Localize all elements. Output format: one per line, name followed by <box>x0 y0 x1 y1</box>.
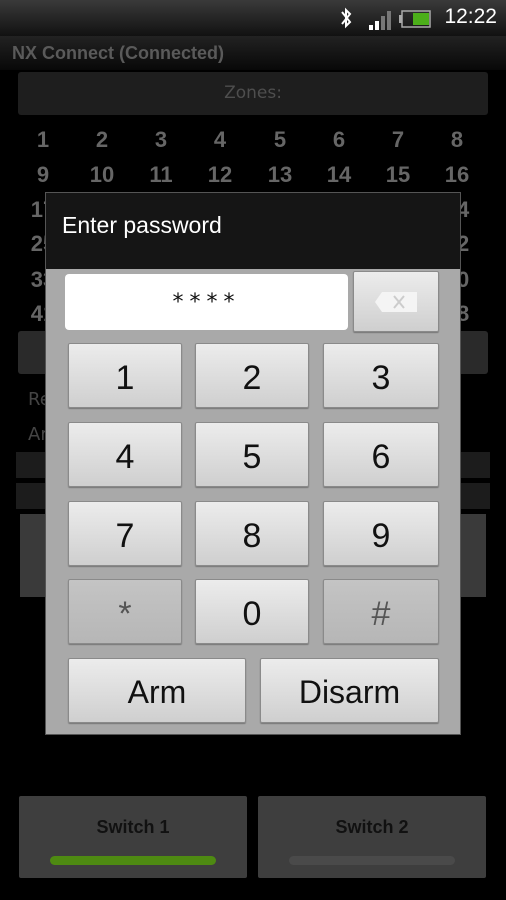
zone-14: 14 <box>326 162 352 187</box>
zone-8: 8 <box>450 127 464 152</box>
key-9-button[interactable]: 9 <box>323 501 439 566</box>
password-dialog: Enter password **** 1 2 3 4 5 6 7 8 9 * 0 # Arm Dis… <box>45 192 461 735</box>
zone-11: 11 <box>149 162 173 187</box>
status-bar: 12:22 <box>0 0 506 36</box>
signal-icon <box>369 11 391 30</box>
backspace-button[interactable] <box>353 271 439 332</box>
key-8-button[interactable]: 8 <box>195 501 309 566</box>
key-4-button[interactable]: 4 <box>68 422 182 487</box>
switch-2-label: Switch 2 <box>335 817 409 837</box>
key-hash-button[interactable]: # <box>323 579 439 644</box>
disarm-button[interactable]: Disarm <box>260 658 439 723</box>
zone-13: 13 <box>267 162 293 187</box>
dialog-title: Enter password <box>46 193 460 269</box>
app-title: NX Connect (Connected) <box>0 36 506 70</box>
switch-1-indicator <box>50 856 216 865</box>
zone-2: 2 <box>95 127 109 152</box>
key-2-button[interactable]: 2 <box>195 343 309 408</box>
zone-16: 16 <box>444 162 470 187</box>
zone-10: 10 <box>89 162 115 187</box>
zone-9: 9 <box>36 162 50 187</box>
clock: 12:22 <box>444 5 497 28</box>
zones-header: Zones: <box>18 72 488 115</box>
password-field[interactable]: **** <box>65 274 348 330</box>
switch-1-label: Switch 1 <box>96 817 170 837</box>
key-0-button[interactable]: 0 <box>195 579 309 644</box>
switch-1-button[interactable]: Switch 1 <box>19 796 247 878</box>
zone-7: 7 <box>391 127 405 152</box>
zone-5: 5 <box>273 127 287 152</box>
zone-4: 4 <box>213 127 227 152</box>
switch-2-indicator <box>289 856 455 865</box>
battery-icon <box>399 10 431 28</box>
arm-button[interactable]: Arm <box>68 658 246 723</box>
key-6-button[interactable]: 6 <box>323 422 439 487</box>
key-1-button[interactable]: 1 <box>68 343 182 408</box>
zone-12: 12 <box>207 162 233 187</box>
key-star-button[interactable]: * <box>68 579 182 644</box>
key-3-button[interactable]: 3 <box>323 343 439 408</box>
key-5-button[interactable]: 5 <box>195 422 309 487</box>
backspace-icon <box>375 292 417 312</box>
zone-1: 1 <box>36 127 50 152</box>
zone-15: 15 <box>385 162 411 187</box>
key-7-button[interactable]: 7 <box>68 501 182 566</box>
switch-2-button[interactable]: Switch 2 <box>258 796 486 878</box>
zone-6: 6 <box>332 127 346 152</box>
zone-3: 3 <box>154 127 168 152</box>
bluetooth-icon <box>341 7 352 29</box>
